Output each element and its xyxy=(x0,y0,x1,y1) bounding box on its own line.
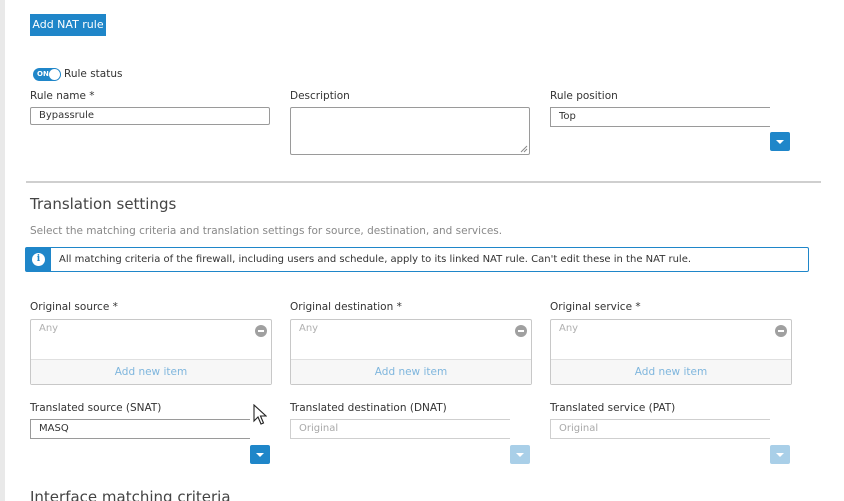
translated-service-select[interactable]: Original xyxy=(550,419,770,439)
chevron-down-icon xyxy=(776,140,784,144)
info-banner-text: All matching criteria of the firewall, i… xyxy=(59,254,692,265)
description-label: Description xyxy=(290,90,350,102)
original-service-list[interactable]: Any Add new item xyxy=(550,319,792,385)
translation-settings-title: Translation settings xyxy=(30,195,177,213)
original-service-add-item[interactable]: Add new item xyxy=(551,359,791,384)
translation-settings-subtitle: Select the matching criteria and transla… xyxy=(30,225,503,237)
toggle-knob xyxy=(49,69,60,80)
resize-grip-icon[interactable] xyxy=(520,145,528,153)
translated-destination-dropdown-button[interactable] xyxy=(510,445,530,464)
rule-position-dropdown-button[interactable] xyxy=(770,132,790,151)
rule-name-label: Rule name * xyxy=(30,90,95,102)
mouse-cursor-icon xyxy=(253,404,267,425)
rule-status-toggle[interactable]: ON xyxy=(33,68,61,81)
chevron-down-icon xyxy=(776,453,784,457)
original-destination-list[interactable]: Any Add new item xyxy=(290,319,532,385)
section-divider xyxy=(26,181,821,183)
translated-source-label: Translated source (SNAT) xyxy=(30,402,162,414)
nat-rule-panel: Add NAT rule ON Rule status Rule name * … xyxy=(5,0,844,501)
toggle-on-text: ON xyxy=(37,70,49,78)
translated-destination-select[interactable]: Original xyxy=(290,419,510,439)
rule-name-input[interactable]: Bypassrule xyxy=(30,107,270,125)
chevron-down-icon xyxy=(516,453,524,457)
translated-source-dropdown-button[interactable] xyxy=(250,445,270,464)
info-icon: i xyxy=(32,253,45,266)
original-source-list[interactable]: Any Add new item xyxy=(30,319,272,385)
original-source-add-item[interactable]: Add new item xyxy=(31,359,271,384)
remove-item-icon[interactable] xyxy=(515,325,527,337)
remove-item-icon[interactable] xyxy=(775,325,787,337)
original-destination-item: Any xyxy=(299,323,319,334)
translated-destination-label: Translated destination (DNAT) xyxy=(290,402,447,414)
translated-service-dropdown-button[interactable] xyxy=(770,445,790,464)
interface-matching-title: Interface matching criteria xyxy=(30,488,231,501)
info-banner: i All matching criteria of the firewall,… xyxy=(25,247,809,272)
original-source-label: Original source * xyxy=(30,301,118,313)
translated-source-select[interactable]: MASQ xyxy=(30,419,250,439)
chevron-down-icon xyxy=(256,453,264,457)
original-destination-label: Original destination * xyxy=(290,301,402,313)
original-destination-add-item[interactable]: Add new item xyxy=(291,359,531,384)
rule-position-label: Rule position xyxy=(550,90,618,102)
description-textarea[interactable] xyxy=(290,107,530,155)
rule-status-label: Rule status xyxy=(64,68,123,80)
translated-service-label: Translated service (PAT) xyxy=(550,402,676,414)
add-nat-rule-button[interactable]: Add NAT rule xyxy=(30,14,106,36)
original-source-item: Any xyxy=(39,323,59,334)
original-service-label: Original service * xyxy=(550,301,641,313)
rule-position-select[interactable]: Top xyxy=(550,107,770,127)
original-service-item: Any xyxy=(559,323,579,334)
info-icon-container: i xyxy=(26,248,51,271)
remove-item-icon[interactable] xyxy=(255,325,267,337)
